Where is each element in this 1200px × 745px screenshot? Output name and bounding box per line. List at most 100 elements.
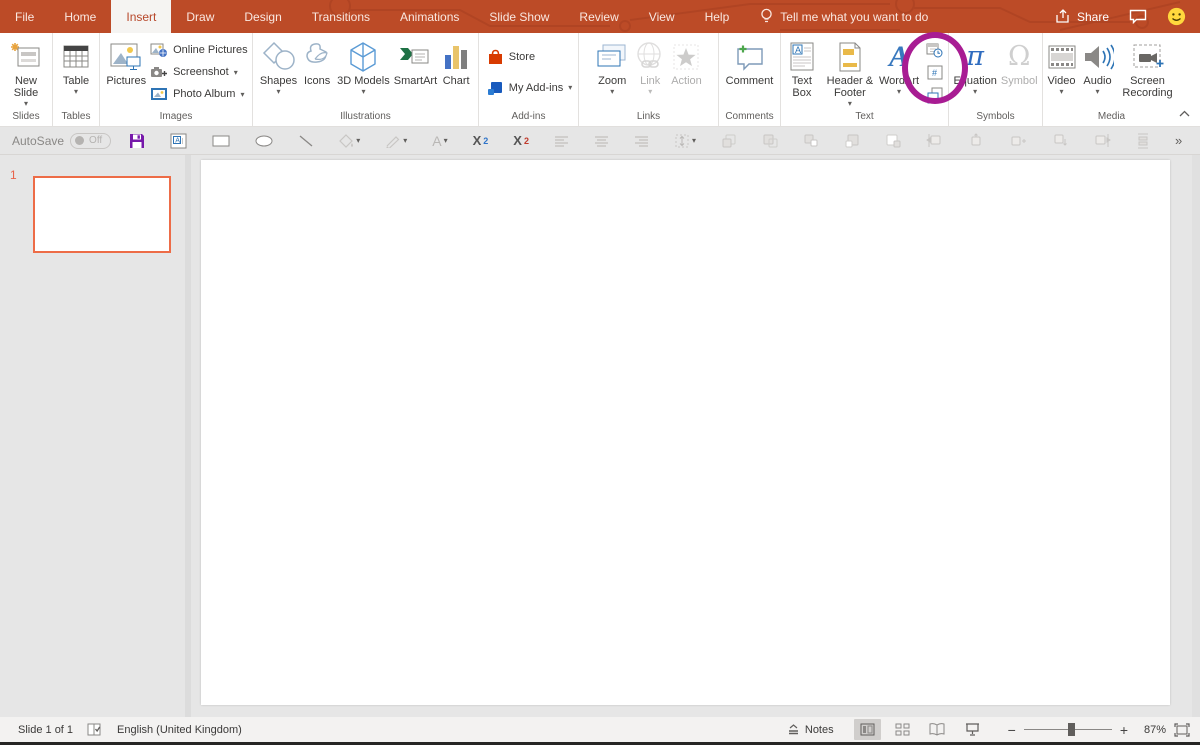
distribute-vertically-button[interactable] [1136, 133, 1150, 149]
bring-forward-button[interactable] [721, 133, 737, 148]
video-button[interactable]: Video ▾ [1044, 35, 1080, 109]
pictures-button[interactable]: Pictures [104, 35, 148, 109]
align-left-button[interactable] [554, 135, 569, 147]
group-objects-button[interactable] [803, 133, 819, 148]
chart-label: Chart [443, 75, 470, 87]
align-objects-center-button[interactable] [1010, 133, 1027, 148]
link-button: Link ▾ [631, 35, 669, 109]
align-objects-right-button[interactable] [1094, 133, 1111, 148]
fit-slide-to-window-icon[interactable] [1174, 723, 1190, 737]
photo-album-button[interactable]: Photo Album ▾ [150, 84, 248, 105]
tab-slide-show[interactable]: Slide Show [474, 0, 564, 33]
zoom-in-button[interactable]: + [1120, 722, 1128, 738]
new-slide-button[interactable]: New Slide ▾ [0, 35, 52, 109]
spell-check-icon[interactable] [87, 723, 103, 737]
comment-button[interactable]: Comment [724, 35, 776, 109]
screen-recording-button[interactable]: Screen Recording [1116, 35, 1180, 109]
collapse-ribbon-button[interactable] [1179, 104, 1190, 122]
zoom-out-button[interactable]: − [1008, 722, 1016, 738]
align-right-button[interactable] [634, 135, 649, 147]
tab-animations[interactable]: Animations [385, 0, 474, 33]
more-commands-button[interactable]: » [1175, 133, 1188, 148]
rectangle-icon [212, 135, 230, 147]
insert-slide-number-button[interactable]: # [925, 64, 945, 82]
tab-draw[interactable]: Draw [171, 0, 229, 33]
zoom-percentage[interactable]: 87% [1136, 724, 1166, 736]
language-button[interactable]: English (United Kingdom) [117, 724, 242, 736]
zoom-slider[interactable] [1024, 729, 1112, 730]
vertical-scrollbar[interactable] [1192, 155, 1200, 717]
tab-insert[interactable]: Insert [111, 0, 171, 33]
save-button[interactable] [129, 133, 145, 149]
slide-editing-area[interactable] [201, 160, 1170, 705]
my-addins-button[interactable]: My Add-ins ▾ [487, 77, 572, 98]
shape-outline-button[interactable]: ▾ [385, 134, 407, 148]
online-pictures-button[interactable]: Online Pictures [150, 40, 248, 61]
group-label-slides: Slides [0, 109, 52, 126]
bring-to-front-button[interactable] [844, 133, 860, 148]
line-shape-button[interactable] [298, 134, 314, 148]
align-center-button[interactable] [594, 135, 609, 147]
distribute-down-button[interactable] [1052, 133, 1069, 148]
insert-object-button[interactable] [925, 87, 945, 105]
tab-transitions[interactable]: Transitions [297, 0, 385, 33]
normal-view-button[interactable] [854, 719, 881, 740]
smartart-button[interactable]: SmartArt [392, 35, 439, 109]
editing-canvas [192, 155, 1192, 717]
zoom-button[interactable]: Zoom ▾ [593, 35, 631, 109]
rectangle-shape-button[interactable] [212, 135, 230, 147]
zoom-slider-handle[interactable] [1068, 723, 1075, 736]
tab-review[interactable]: Review [564, 0, 633, 33]
tab-file[interactable]: File [0, 0, 49, 33]
table-button[interactable]: Table ▾ [59, 35, 93, 109]
slide-1-thumbnail[interactable] [33, 176, 171, 253]
align-objects-left-button[interactable] [926, 133, 943, 148]
comments-pane-icon[interactable] [1129, 9, 1147, 24]
tab-help[interactable]: Help [690, 0, 745, 33]
dropdown-caret: ▾ [1059, 88, 1063, 96]
dropdown-caret: ▾ [568, 84, 572, 92]
equation-button[interactable]: π Equation ▾ [951, 35, 998, 109]
tell-me-box[interactable]: Tell me what you want to do [760, 0, 928, 33]
lightbulb-icon [760, 8, 773, 25]
tab-home[interactable]: Home [49, 0, 111, 33]
svg-text:A: A [176, 137, 181, 144]
shapes-button[interactable]: Shapes ▾ [258, 35, 299, 109]
panel-scrollbar[interactable] [185, 155, 191, 717]
object-icon [927, 87, 943, 104]
slide-sorter-view-button[interactable] [889, 719, 916, 740]
resize-object-button[interactable]: ▾ [674, 133, 696, 149]
reading-view-button[interactable] [924, 719, 951, 740]
group-slides: New Slide ▾ Slides [0, 33, 53, 126]
store-button[interactable]: Store [487, 46, 572, 67]
audio-button[interactable]: Audio ▾ [1080, 35, 1116, 109]
align-objects-middle-button[interactable] [968, 133, 985, 148]
date-and-time-button[interactable] [925, 41, 945, 59]
screenshot-button[interactable]: Screenshot ▾ [150, 62, 248, 83]
group-text: A Text Box Header & Footer ▾ [781, 33, 949, 126]
slideshow-view-button[interactable] [959, 719, 986, 740]
wordart-button[interactable]: A WordArt ▾ [877, 35, 921, 109]
superscript-button[interactable]: X2 [513, 133, 529, 148]
autosave-toggle[interactable]: Off [70, 133, 111, 149]
3d-models-button[interactable]: 3D Models ▾ [335, 35, 392, 109]
oval-shape-button[interactable] [255, 135, 273, 147]
text-box-button[interactable]: A Text Box [781, 35, 823, 109]
notes-button[interactable]: Notes [787, 724, 834, 736]
chart-button[interactable]: Chart [439, 35, 473, 109]
format-text-box-button[interactable]: A [170, 133, 187, 149]
icons-button[interactable]: Icons [299, 35, 335, 109]
tab-view[interactable]: View [634, 0, 690, 33]
subscript-button[interactable]: X2 [473, 133, 489, 148]
feedback-smiley-icon[interactable] [1167, 7, 1186, 26]
share-button[interactable]: Share [1055, 9, 1109, 24]
equation-pi-icon: π [966, 38, 984, 75]
font-color-button[interactable]: A ▾ [432, 133, 447, 149]
header-footer-button[interactable]: Header & Footer ▾ [823, 35, 877, 109]
shape-fill-button[interactable]: ▾ [339, 134, 360, 148]
send-backward-button[interactable] [762, 133, 778, 148]
normal-view-icon [860, 723, 875, 736]
video-label: Video [1048, 75, 1076, 87]
send-to-back-button[interactable] [885, 133, 901, 148]
tab-design[interactable]: Design [229, 0, 296, 33]
